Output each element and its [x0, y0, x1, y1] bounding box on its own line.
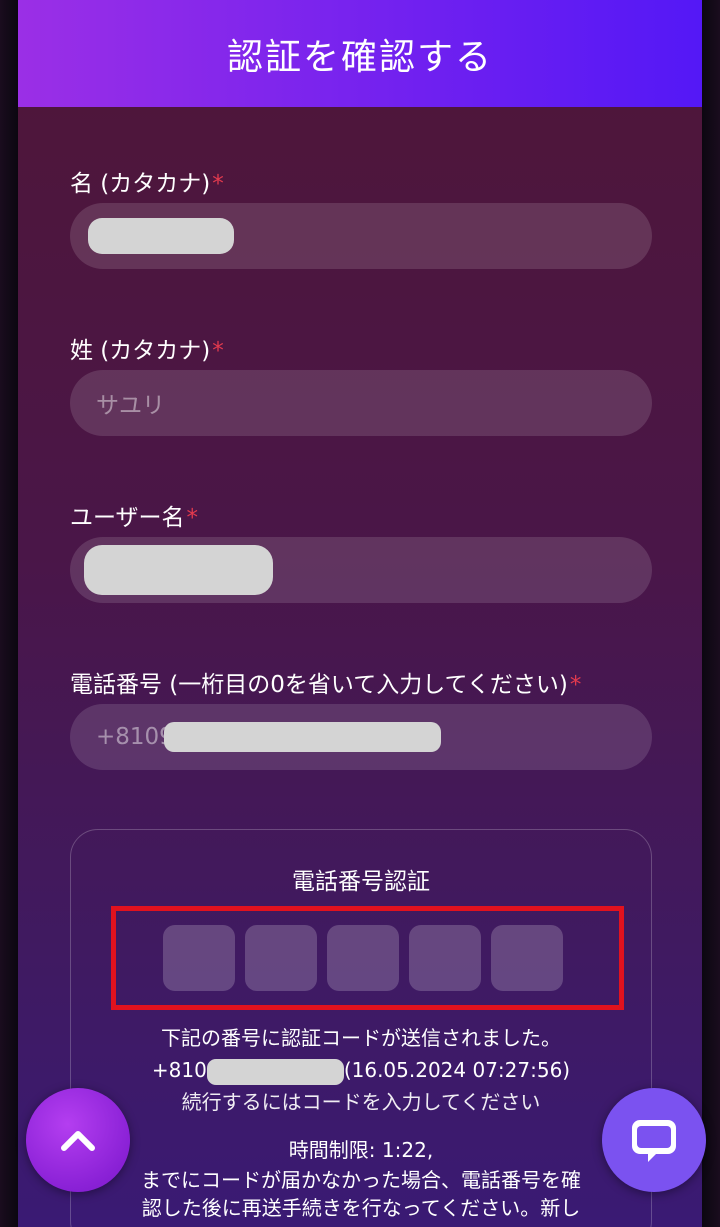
- code-digit-3[interactable]: [327, 925, 399, 991]
- chevron-up-icon: [61, 1131, 95, 1151]
- code-digit-5[interactable]: [491, 925, 563, 991]
- time-limit-label: 時間制限:: [288, 1138, 376, 1162]
- continue-message: 続行するにはコードを入力してください: [181, 1090, 541, 1114]
- live-chat-button[interactable]: [602, 1088, 706, 1192]
- last-name-label-text: 姓 (カタカナ): [70, 338, 211, 364]
- chat-bubble-icon: [632, 1120, 676, 1162]
- phone-label: 電話番号 (一桁目の0を省いて入力してください)*: [70, 665, 581, 699]
- redacted-username: [84, 545, 273, 595]
- verification-modal: 認証を確認する 名 (カタカナ)* 姓 (カタカナ)* サユリ ユーザー名* 電…: [18, 0, 702, 1227]
- redacted-first-name: [88, 218, 234, 254]
- required-mark: *: [569, 672, 582, 698]
- phone-verification-panel: 電話番号認証 下記の番号に認証コードが送信されました。 +810 (16.05.2…: [70, 829, 652, 1227]
- username-label-text: ユーザー名: [70, 505, 185, 531]
- required-mark: *: [186, 505, 199, 531]
- sent-phone-prefix: +810: [151, 1058, 207, 1082]
- sent-phone-line: +810 (16.05.2024 07:27:56): [71, 1056, 651, 1085]
- scroll-to-top-button[interactable]: [26, 1088, 130, 1192]
- modal-title: 認証を確認する: [226, 36, 493, 78]
- last-name-label: 姓 (カタカナ)*: [70, 331, 224, 365]
- last-name-input[interactable]: サユリ: [70, 370, 652, 436]
- page-background: 認証を確認する 名 (カタカナ)* 姓 (カタカナ)* サユリ ユーザー名* 電…: [0, 0, 720, 1227]
- resend-message-line-1: までにコードが届かなかった場合、電話番号を確: [141, 1168, 581, 1192]
- phone-value-prefix: +8109: [96, 724, 174, 750]
- time-limit-line: 時間制限: 1:22,: [71, 1136, 651, 1164]
- phone-label-text: 電話番号 (一桁目の0を省いて入力してください): [70, 672, 568, 698]
- modal-header: 認証を確認する: [18, 0, 702, 107]
- first-name-label: 名 (カタカナ)*: [70, 164, 224, 198]
- required-mark: *: [212, 171, 224, 197]
- resend-message-line-2: 認した後に再送手続きを行なってください。新し: [141, 1196, 581, 1220]
- sent-message: 下記の番号に認証コードが送信されました。: [161, 1026, 561, 1050]
- redacted-sent-phone: [206, 1058, 344, 1085]
- verification-title: 電話番号認証: [292, 869, 430, 895]
- first-name-label-text: 名 (カタカナ): [70, 171, 211, 197]
- time-limit-value: 1:22,: [381, 1138, 434, 1162]
- redacted-phone: [164, 722, 441, 752]
- required-mark: *: [212, 338, 224, 364]
- code-input-row: [163, 925, 563, 991]
- code-digit-2[interactable]: [245, 925, 317, 991]
- sent-timestamp: (16.05.2024 07:27:56): [343, 1058, 571, 1082]
- code-digit-4[interactable]: [409, 925, 481, 991]
- code-digit-1[interactable]: [163, 925, 235, 991]
- last-name-placeholder: サユリ: [96, 393, 165, 419]
- username-label: ユーザー名*: [70, 498, 198, 532]
